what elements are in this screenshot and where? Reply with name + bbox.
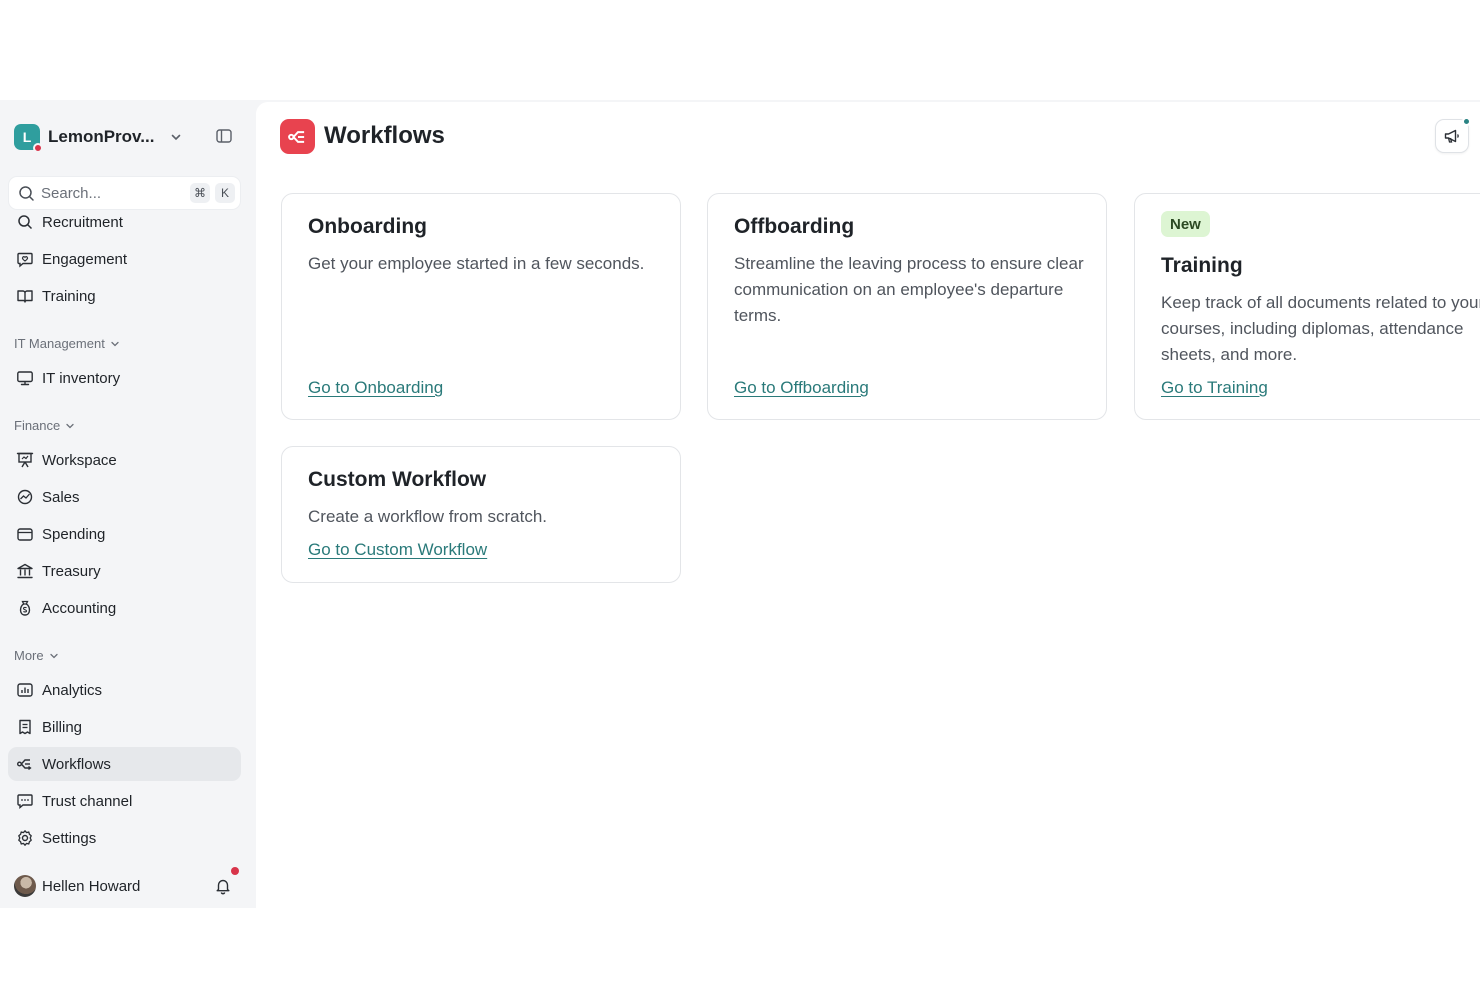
new-badge: New — [1161, 211, 1210, 237]
workspace-initial: L — [22, 129, 32, 145]
search-placeholder: Search... — [41, 184, 102, 202]
app-frame: L LemonProv... Search... ⌘ K Recruitment… — [0, 100, 1480, 908]
sidebar-item-recruitment[interactable]: Recruitment — [8, 212, 241, 239]
coin-icon — [19, 600, 31, 616]
section-it-management[interactable]: IT Management — [14, 336, 120, 351]
notification-dot — [231, 867, 239, 875]
card-training: New Training Keep track of all documents… — [1134, 193, 1480, 420]
sidebar-item-label: Treasury — [42, 562, 101, 580]
sidebar-item-label: Recruitment — [42, 213, 123, 231]
go-to-offboarding-link[interactable]: Go to Offboarding — [734, 378, 869, 398]
sidebar-item-spending[interactable]: Spending — [8, 517, 241, 551]
card-title: Onboarding — [308, 215, 427, 238]
sidebar-item-label: Accounting — [42, 599, 117, 617]
workspace-logo: L — [14, 124, 43, 153]
book-icon — [17, 290, 33, 303]
sidebar-item-trust-channel[interactable]: Trust channel — [8, 784, 241, 818]
announcements-button[interactable] — [1435, 117, 1471, 153]
workspace-switcher[interactable]: L LemonProv... — [14, 123, 244, 153]
sidebar-item-workflows[interactable]: Workflows — [8, 747, 241, 781]
sidebar-item-engagement[interactable]: Engagement — [8, 242, 241, 276]
card-description: Streamline the leaving process to ensure… — [734, 254, 1084, 325]
section-finance[interactable]: Finance — [14, 418, 75, 433]
user-menu[interactable]: Hellen Howard — [14, 867, 244, 900]
page-title: Workflows — [324, 122, 445, 149]
workspace-name: LemonProv... — [48, 127, 155, 146]
workflow-icon — [17, 759, 32, 771]
chart-icon — [17, 683, 33, 697]
sidebar-item-label: Settings — [42, 829, 97, 847]
workspace-status-dot — [33, 143, 43, 153]
sidebar-item-label: Training — [42, 287, 96, 305]
sidebar-item-training[interactable]: Training — [8, 279, 241, 313]
sidebar-item-label: IT inventory — [42, 369, 121, 387]
go-to-custom-workflow-link[interactable]: Go to Custom Workflow — [308, 540, 487, 560]
sidebar-item-treasury[interactable]: Treasury — [8, 554, 241, 588]
section-label: IT Management — [14, 336, 105, 351]
sidebar-item-billing[interactable]: Billing — [8, 710, 241, 744]
presentation-icon — [16, 452, 34, 468]
card-offboarding: Offboarding Streamline the leaving proce… — [707, 193, 1107, 420]
section-label: Finance — [14, 418, 61, 433]
recruitment-icon — [18, 215, 33, 230]
search-box[interactable]: Search... ⌘ K — [8, 176, 241, 210]
sidebar-item-label: Workflows — [42, 755, 111, 773]
chevron-down-icon — [66, 423, 74, 428]
sidebar-item-analytics[interactable]: Analytics — [8, 673, 241, 707]
sidebar-toggle-icon[interactable] — [216, 129, 232, 143]
chevron-down-icon — [49, 653, 58, 658]
chat-icon — [17, 794, 33, 809]
workflow-icon — [280, 119, 315, 154]
sidebar-item-label: Workspace — [42, 451, 117, 469]
engagement-icon — [17, 252, 33, 268]
section-label: More — [14, 648, 44, 663]
card-title: Offboarding — [734, 215, 855, 238]
main-content: Workflows Onboarding Get your employee s… — [256, 102, 1480, 908]
sidebar-item-settings[interactable]: Settings — [8, 821, 241, 852]
sidebar-item-label: Engagement — [42, 250, 128, 268]
shortcut-cmd-key: ⌘ — [190, 183, 210, 203]
section-more[interactable]: More — [14, 648, 59, 663]
card-title: Training — [1161, 254, 1243, 277]
megaphone-icon — [1444, 129, 1459, 143]
notification-dot — [1462, 117, 1471, 126]
sidebar-item-label: Analytics — [42, 681, 103, 699]
sidebar-item-label: Spending — [42, 525, 106, 543]
bank-icon — [17, 563, 33, 579]
sidebar-item-it-inventory[interactable]: IT inventory — [8, 361, 241, 395]
search-icon — [19, 185, 34, 201]
avatar — [14, 875, 36, 897]
notifications-button[interactable] — [214, 867, 239, 895]
card-title: Custom Workflow — [308, 468, 487, 491]
sidebar-item-label: Billing — [42, 718, 83, 736]
bell-icon — [216, 879, 230, 895]
sales-icon — [17, 489, 33, 505]
card-onboarding: Onboarding Get your employee started in … — [281, 193, 681, 420]
sidebar-item-accounting[interactable]: Accounting — [8, 591, 241, 625]
monitor-icon — [17, 371, 33, 386]
sidebar-item-label: Trust channel — [42, 792, 133, 810]
sidebar: L LemonProv... Search... ⌘ K Recruitment… — [0, 100, 256, 908]
shortcut-k-key: K — [215, 183, 235, 203]
card-description: Keep track of all documents related to y… — [1161, 293, 1480, 364]
wallet-icon — [17, 528, 33, 541]
card-description: Get your employee started in a few secon… — [308, 254, 645, 273]
sidebar-nav: Recruitment Engagement Training IT Manag… — [0, 212, 256, 852]
chevron-down-icon — [111, 341, 119, 346]
sidebar-item-label: Sales — [42, 488, 80, 506]
chevron-down-icon — [171, 134, 181, 141]
sidebar-item-workspace[interactable]: Workspace — [8, 443, 241, 477]
sidebar-item-sales[interactable]: Sales — [8, 480, 241, 514]
go-to-training-link[interactable]: Go to Training — [1161, 378, 1268, 398]
gear-icon — [18, 830, 32, 846]
card-description: Create a workflow from scratch. — [308, 507, 548, 526]
user-name: Hellen Howard — [42, 877, 141, 895]
card-custom-workflow: Custom Workflow Create a workflow from s… — [281, 446, 681, 583]
receipt-icon — [19, 719, 31, 735]
go-to-onboarding-link[interactable]: Go to Onboarding — [308, 378, 443, 398]
